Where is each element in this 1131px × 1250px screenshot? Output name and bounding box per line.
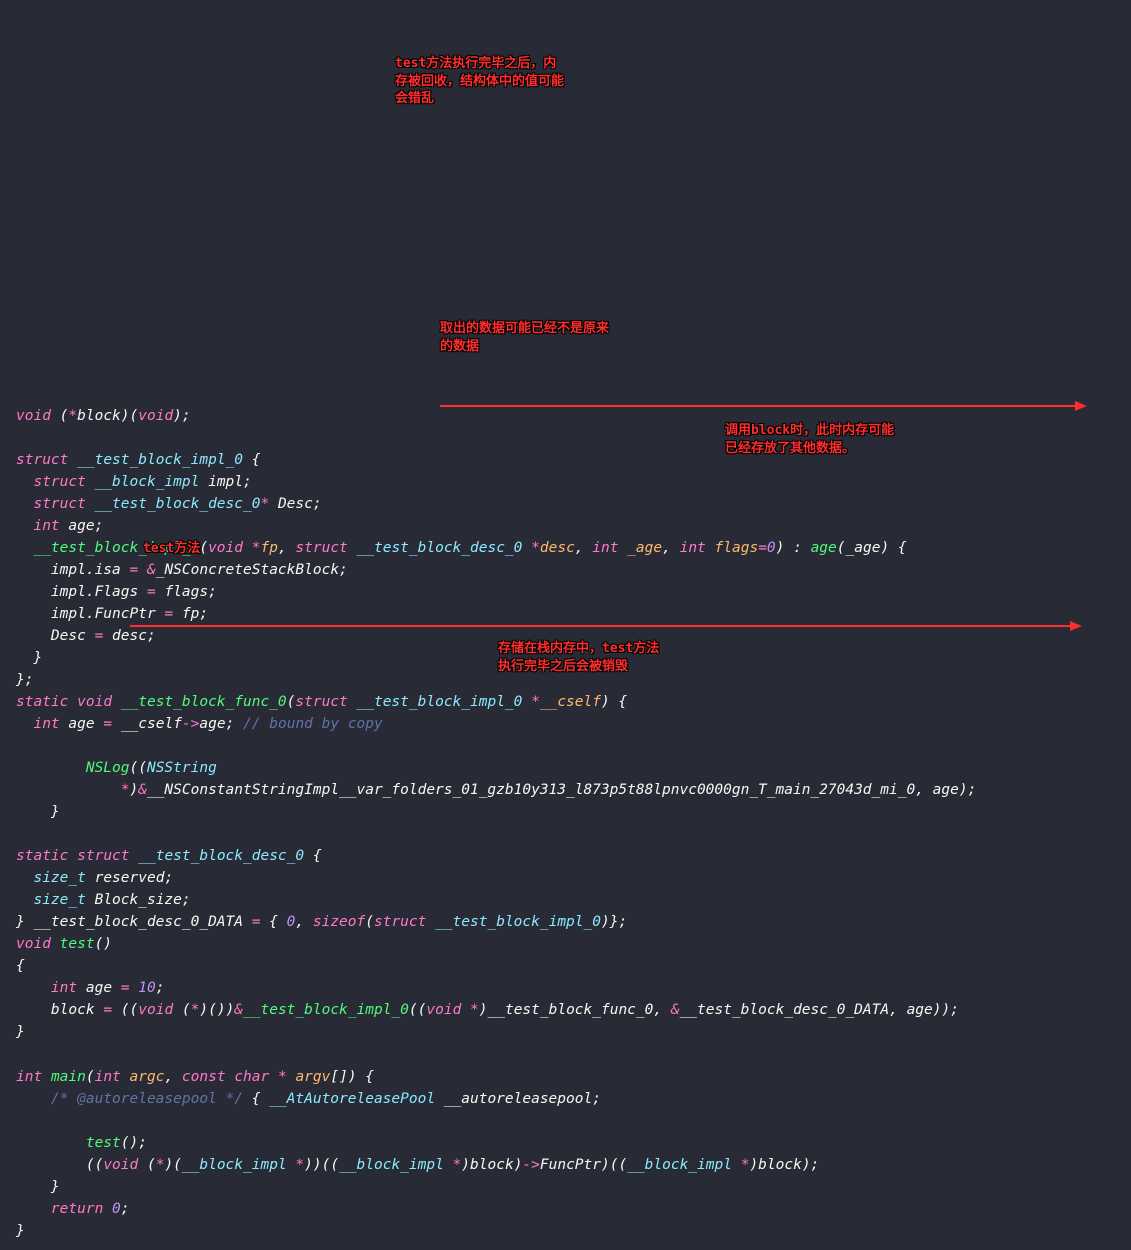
code-line: __test_block_impl_0(void *fp, struct __t… [16,537,1131,559]
code-editor: test方法执行完毕之后，内存被回收，结构体中的值可能会错乱 取出的数据可能已经… [0,0,1131,1250]
code-line: struct __test_block_desc_0* Desc; [16,493,1131,515]
code-line: impl.Flags = flags; [16,581,1131,603]
code-line [16,823,1131,845]
code-line: ((void (*)(__block_impl *))((__block_imp… [16,1154,1131,1176]
code-line: *)&__NSConstantStringImpl__var_folders_0… [16,779,1131,801]
code-line: Desc = desc; [16,625,1131,647]
code-line: } [16,647,1131,669]
code-line: block = ((void (*)())&__test_block_impl_… [16,999,1131,1021]
annotation-stale-data: 取出的数据可能已经不是原来的数据 [440,320,610,355]
code-line: test(); [16,1132,1131,1154]
code-line: size_t Block_size; [16,889,1131,911]
code-line: } [16,801,1131,823]
code-line: size_t reserved; [16,867,1131,889]
code-line: } [16,1176,1131,1198]
code-line: int main(int argc, const char * argv[]) … [16,1066,1131,1088]
code-line: } [16,1220,1131,1242]
annotation-struct-warning: test方法执行完毕之后，内存被回收，结构体中的值可能会错乱 [395,55,565,108]
code-line: } [16,1021,1131,1043]
code-line: impl.FuncPtr = fp; [16,603,1131,625]
code-line: static struct __test_block_desc_0 { [16,845,1131,867]
code-line: void test() [16,933,1131,955]
code-line [16,1043,1131,1065]
code-line: /* @autoreleasepool */ { __AtAutorelease… [16,1088,1131,1110]
code-line: struct __test_block_impl_0 { [16,449,1131,471]
code-line [16,427,1131,449]
code-line: }; [16,669,1131,691]
code-line: return 0; [16,1198,1131,1220]
code-line: NSLog((NSString [16,757,1131,779]
code-line: int age = 10; [16,977,1131,999]
code-line: int age = __cself->age; // bound by copy [16,713,1131,735]
code-line [16,1110,1131,1132]
code-line: } __test_block_desc_0_DATA = { 0, sizeof… [16,911,1131,933]
code-line: static void __test_block_func_0(struct _… [16,691,1131,713]
code-line: impl.isa = &_NSConcreteStackBlock; [16,559,1131,581]
code-line: int age; [16,515,1131,537]
code-line: struct __block_impl impl; [16,471,1131,493]
code-line: void (*block)(void); [16,405,1131,427]
code-line: { [16,955,1131,977]
code-line [16,735,1131,757]
